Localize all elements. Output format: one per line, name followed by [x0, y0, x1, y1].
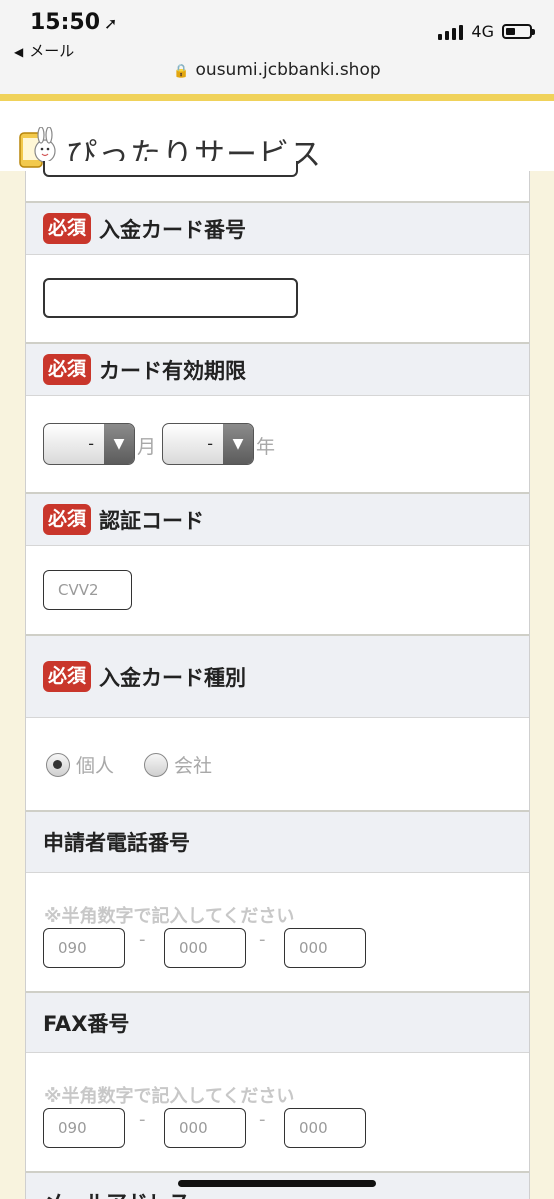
radio-individual[interactable]: 個人 — [46, 751, 114, 778]
accent-line — [0, 94, 554, 101]
home-indicator[interactable] — [178, 1180, 376, 1187]
required-badge: 必須 — [43, 661, 92, 692]
fax-hint: ※半角数字で記入してください — [44, 1086, 295, 1107]
expiry-header: 必須 カード有効期限 — [26, 342, 529, 396]
fax-label: FAX番号 — [43, 1011, 130, 1036]
phone-part-3-input[interactable] — [285, 929, 365, 967]
radio-company[interactable]: 会社 — [144, 751, 212, 778]
back-triangle-icon: ◀ — [14, 45, 24, 59]
battery-icon — [502, 24, 535, 39]
status-time: 15:50 ➚ — [30, 10, 118, 35]
required-badge: 必須 — [43, 504, 92, 535]
card-number-label: 入金カード番号 — [99, 217, 247, 242]
signal-strength-icon — [438, 24, 464, 40]
card-number-field[interactable] — [43, 278, 298, 318]
required-badge: 必須 — [43, 354, 92, 385]
fax-part-1-input[interactable] — [44, 1109, 124, 1147]
phone-hint: ※半角数字で記入してください — [44, 906, 295, 927]
phone-part-3-field[interactable] — [284, 928, 366, 968]
phone-header: 申請者電話番号 — [26, 810, 529, 873]
fax-header: FAX番号 — [26, 991, 529, 1053]
year-unit: 年 — [256, 436, 276, 458]
address-bar[interactable]: 🔒 ousumi.jcbbanki.shop — [0, 60, 554, 80]
status-indicators: 4G — [438, 22, 535, 41]
radio-selected-icon — [46, 752, 70, 777]
phone-label: 申請者電話番号 — [43, 831, 190, 855]
phone-part-1-field[interactable] — [43, 928, 125, 968]
card-number-input[interactable] — [45, 280, 296, 316]
radio-unselected-icon — [144, 752, 168, 777]
expiry-month-select[interactable]: - ▼ — [43, 423, 135, 465]
previous-input-field[interactable] — [43, 161, 298, 177]
lock-icon: 🔒 — [173, 64, 190, 79]
browser-status-bar: 15:50 ➚ ◀ メール 4G 🔒 ousumi.jcbbanki.shop — [0, 0, 554, 94]
cvv-label: 認証コード — [99, 508, 205, 533]
application-form: 必須 入金カード番号 必須 カード有効期限 - ▼ 月 - ▼ 年 必須 認証コ… — [25, 161, 530, 1199]
month-unit: 月 — [137, 436, 157, 458]
chevron-down-icon: ▼ — [223, 424, 253, 464]
card-type-header: 必須 入金カード種別 — [26, 634, 529, 718]
fax-part-3-input[interactable] — [285, 1109, 365, 1147]
fax-separator: - — [139, 1109, 146, 1130]
cvv-input[interactable] — [44, 571, 131, 609]
chevron-down-icon: ▼ — [104, 424, 134, 464]
expiry-year-select[interactable]: - ▼ — [162, 423, 254, 465]
phone-part-2-input[interactable] — [165, 929, 245, 967]
phone-part-2-field[interactable] — [164, 928, 246, 968]
fax-separator: - — [259, 1109, 266, 1130]
page: 15:50 ➚ ◀ メール 4G 🔒 ousumi.jcbbanki.shop ぴった… — [0, 0, 554, 1199]
location-arrow-icon: ➚ — [104, 14, 118, 33]
cvv-field[interactable] — [43, 570, 132, 610]
email-label: メールアドレス — [43, 1187, 190, 1199]
phone-part-1-input[interactable] — [44, 929, 124, 967]
card-number-header: 必須 入金カード番号 — [26, 201, 529, 255]
expiry-label: カード有効期限 — [99, 358, 247, 383]
fax-part-3-field[interactable] — [284, 1108, 366, 1148]
network-type: 4G — [471, 22, 494, 41]
fax-part-2-input[interactable] — [165, 1109, 245, 1147]
cvv-header: 必須 認証コード — [26, 492, 529, 546]
back-to-mail-button[interactable]: ◀ メール — [14, 40, 74, 61]
fax-part-1-field[interactable] — [43, 1108, 125, 1148]
card-type-label: 入金カード種別 — [99, 665, 247, 690]
fax-part-2-field[interactable] — [164, 1108, 246, 1148]
phone-separator: - — [139, 929, 146, 950]
required-badge: 必須 — [43, 213, 92, 244]
phone-separator: - — [259, 929, 266, 950]
